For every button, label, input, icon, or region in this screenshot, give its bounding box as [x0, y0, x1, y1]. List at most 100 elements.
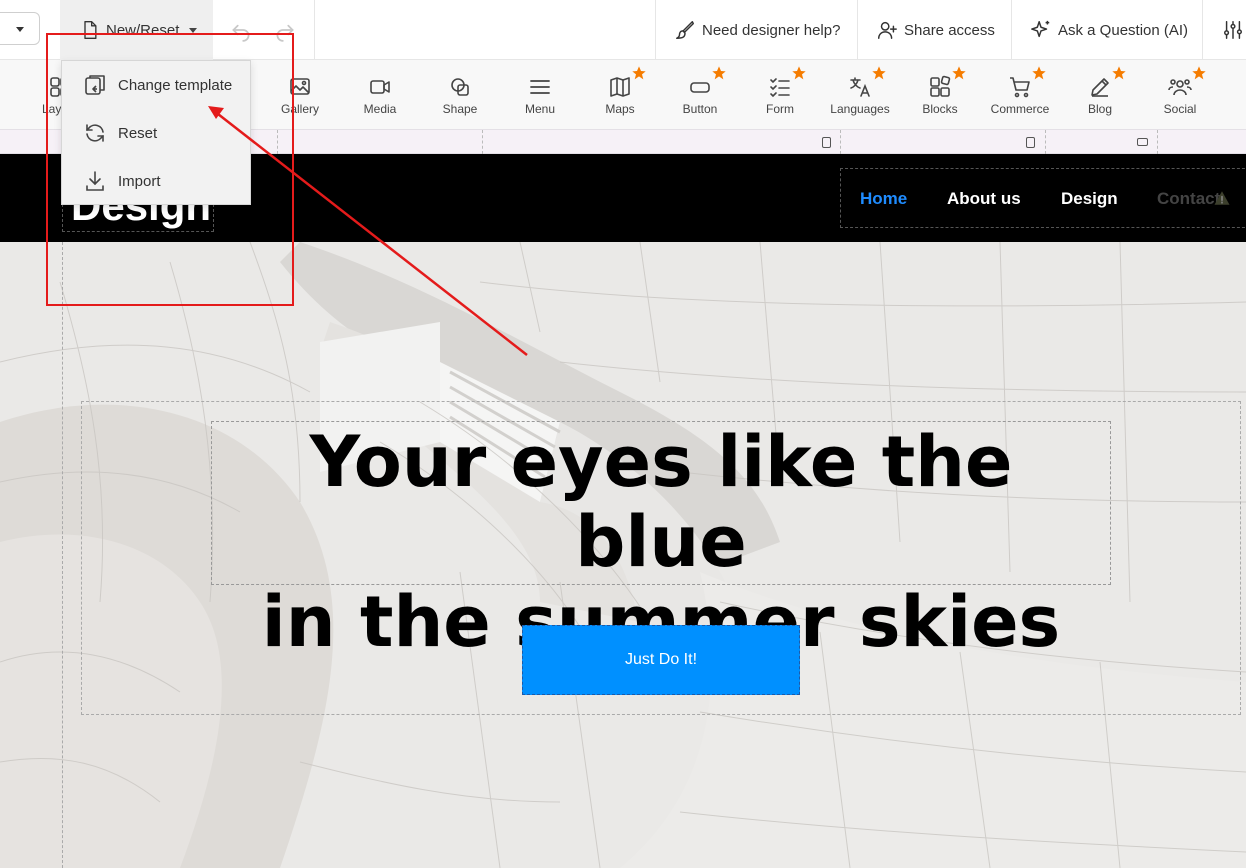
- premium-star-icon: [1112, 66, 1126, 80]
- tablet-breakpoint-icon[interactable]: [1026, 137, 1035, 148]
- premium-star-icon: [632, 66, 646, 80]
- toolbar-item-languages[interactable]: Languages: [820, 60, 900, 130]
- divider: [1202, 0, 1203, 60]
- site-nav: Home About us Design Contact: [840, 168, 1246, 228]
- share-access-button[interactable]: Share access: [876, 0, 995, 60]
- nav-item-home[interactable]: Home: [860, 189, 907, 209]
- nav-item-about[interactable]: About us: [947, 189, 1021, 209]
- change-template-icon: [85, 75, 105, 95]
- warning-icon: [1214, 191, 1230, 205]
- toolbar-item-label: Menu: [524, 102, 556, 116]
- guide-line: [1045, 130, 1046, 154]
- toolbar-item-label: Blocks: [922, 102, 958, 116]
- blocks-icon: [928, 75, 952, 99]
- ask-question-label: Ask a Question (AI): [1058, 21, 1189, 39]
- form-icon: [768, 75, 792, 99]
- user-add-icon: [878, 21, 897, 39]
- guide-line: [62, 242, 63, 868]
- premium-star-icon: [712, 66, 726, 80]
- toolbar-item-label: Button: [682, 102, 718, 116]
- premium-star-icon: [1192, 66, 1206, 80]
- menu-icon: [528, 75, 552, 99]
- menu-item-label: Reset: [118, 124, 158, 142]
- toolbar-item-menu[interactable]: Menu: [500, 60, 580, 130]
- undo-icon: [232, 24, 250, 42]
- chevron-down-icon: [189, 27, 198, 33]
- menu-item-change-template[interactable]: Change template: [62, 61, 252, 109]
- toolbar-item-label: Shape: [442, 102, 478, 116]
- toolbar-item-label: Blog: [1087, 102, 1113, 116]
- toolbar-item-blocks[interactable]: Blocks: [900, 60, 980, 130]
- refresh-icon: [86, 124, 104, 142]
- toolbar-item-label: Social: [1163, 102, 1197, 116]
- toolbar-item-form[interactable]: Form: [740, 60, 820, 130]
- menu-item-import[interactable]: Import: [62, 157, 252, 205]
- divider: [1011, 0, 1012, 60]
- cta-label: Just Do It!: [624, 651, 698, 668]
- map-icon: [608, 75, 632, 99]
- ask-question-button[interactable]: Ask a Question (AI): [1030, 0, 1188, 60]
- toolbar-item-commerce[interactable]: Commerce: [980, 60, 1060, 130]
- guide-line: [1157, 130, 1158, 154]
- designer-help-button[interactable]: Need designer help?: [674, 0, 840, 60]
- toolbar-item-blog[interactable]: Blog: [1060, 60, 1140, 130]
- toolbar-item-label: Commerce: [990, 102, 1050, 116]
- headline-line-1: Your eyes like the blue: [309, 421, 1013, 583]
- divider: [314, 0, 315, 60]
- toolbar-item-maps[interactable]: Maps: [580, 60, 660, 130]
- premium-star-icon: [1032, 66, 1046, 80]
- toolbar-item-label: Media: [363, 102, 397, 116]
- brush-icon: [676, 21, 694, 39]
- sliders-icon: [1224, 21, 1242, 39]
- toolbar-item-button[interactable]: Button: [660, 60, 740, 130]
- premium-star-icon: [952, 66, 966, 80]
- new-reset-label: New/Reset: [106, 21, 180, 39]
- laptop-breakpoint-icon[interactable]: [1137, 138, 1148, 146]
- gallery-icon: [288, 75, 312, 99]
- translate-icon: [848, 75, 872, 99]
- undo-button[interactable]: [228, 17, 254, 43]
- people-icon: [1168, 75, 1192, 99]
- video-icon: [368, 75, 392, 99]
- guide-line: [840, 130, 841, 154]
- guide-line: [482, 130, 483, 154]
- hero-section[interactable]: Your eyes like the blue in the summer sk…: [0, 242, 1246, 868]
- premium-star-icon: [792, 66, 806, 80]
- toolbar-item-gallery[interactable]: Gallery: [260, 60, 340, 130]
- share-access-label: Share access: [904, 21, 995, 39]
- guide-line: [277, 130, 278, 154]
- premium-star-icon: [872, 66, 886, 80]
- settings-button[interactable]: [1222, 0, 1244, 60]
- page-select-dropdown[interactable]: [0, 12, 40, 45]
- chevron-down-icon: [16, 27, 24, 32]
- redo-button[interactable]: [272, 17, 298, 43]
- toolbar-item-label: Gallery: [280, 102, 319, 116]
- toolbar-item-shape[interactable]: Shape: [420, 60, 500, 130]
- menu-item-label: Change template: [118, 76, 233, 94]
- toolbar-item-social[interactable]: Social: [1140, 60, 1220, 130]
- toolbar-item-label: Form: [766, 102, 794, 116]
- designer-help-label: Need designer help?: [702, 21, 841, 39]
- nav-item-contact[interactable]: Contact: [1157, 189, 1220, 209]
- download-icon: [86, 171, 104, 191]
- toolbar-item-label: Languages: [830, 102, 890, 116]
- button-icon: [688, 75, 712, 99]
- nav-item-design[interactable]: Design: [1061, 189, 1118, 209]
- cta-button[interactable]: Just Do It!: [522, 625, 800, 695]
- menu-item-label: Import: [118, 172, 161, 190]
- redo-icon: [276, 24, 294, 42]
- pen-icon: [1088, 75, 1112, 99]
- headline-box[interactable]: Your eyes like the blue in the summer sk…: [211, 421, 1111, 662]
- toolbar-item-label: Maps: [605, 102, 635, 116]
- new-reset-button[interactable]: New/Reset: [60, 0, 213, 60]
- cart-icon: [1008, 75, 1032, 99]
- divider: [857, 0, 858, 60]
- top-toolbar: New/Reset Need designer help? Share acce…: [0, 0, 1246, 60]
- menu-item-reset[interactable]: Reset: [62, 109, 252, 157]
- shape-icon: [448, 75, 472, 99]
- phone-breakpoint-icon[interactable]: [822, 137, 831, 148]
- divider: [655, 0, 656, 60]
- file-icon: [84, 21, 97, 39]
- toolbar-item-media[interactable]: Media: [340, 60, 420, 130]
- new-reset-dropdown-menu: Change template Reset Import: [61, 60, 251, 205]
